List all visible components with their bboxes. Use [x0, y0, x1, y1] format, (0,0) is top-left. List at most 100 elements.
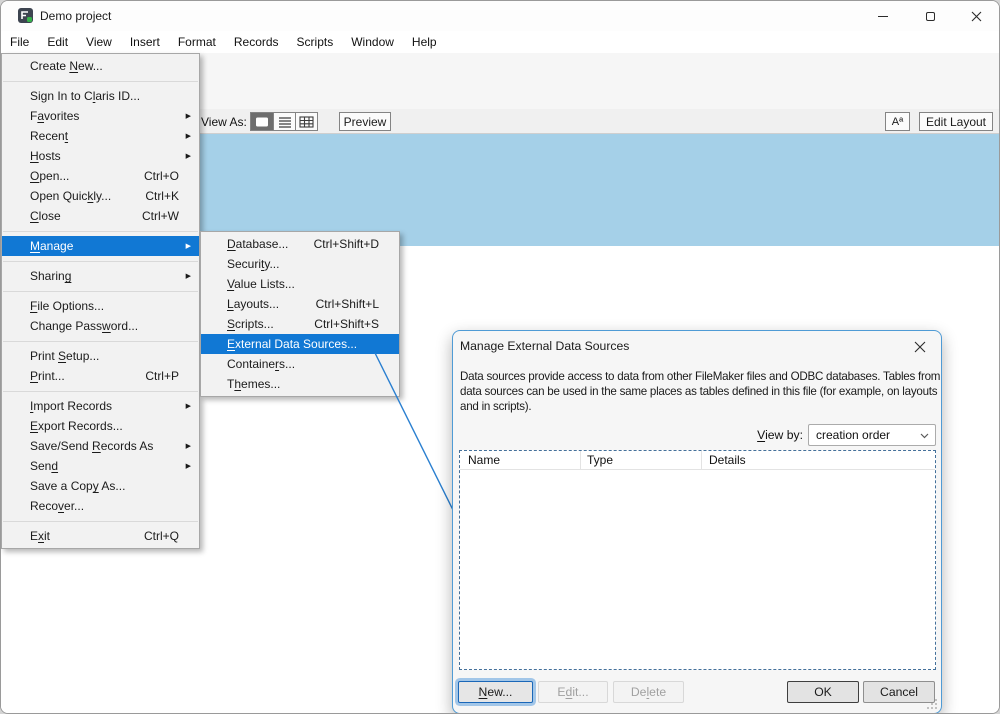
close-icon: [971, 11, 982, 22]
menu-item-label: Themes...: [227, 377, 280, 391]
list-view-button[interactable]: [273, 113, 295, 130]
menu-item-security[interactable]: Security...: [201, 254, 399, 274]
new-button[interactable]: New...: [458, 681, 533, 703]
menu-item-save-a-copy-as[interactable]: Save a Copy As...: [2, 476, 199, 496]
menu-separator: [3, 521, 198, 522]
menu-item-themes[interactable]: Themes...: [201, 374, 399, 394]
menu-item-database[interactable]: Database...Ctrl+Shift+D: [201, 234, 399, 254]
table-view-button[interactable]: [295, 113, 317, 130]
menu-item-label: Save a Copy As...: [30, 479, 125, 493]
menu-item-shortcut: Ctrl+O: [144, 169, 179, 183]
column-header-name[interactable]: Name: [468, 453, 500, 467]
edit-layout-button[interactable]: Edit Layout: [919, 112, 993, 131]
data-sources-table[interactable]: Name Type Details: [459, 450, 936, 670]
menu-item-send[interactable]: Send▶: [2, 456, 199, 476]
menu-item-label: Scripts...: [227, 317, 274, 331]
menu-item-import-records[interactable]: Import Records▶: [2, 396, 199, 416]
menu-item-favorites[interactable]: Favorites ▶: [2, 106, 199, 126]
menu-window[interactable]: Window: [342, 32, 403, 52]
menu-item-containers[interactable]: Containers...: [201, 354, 399, 374]
submenu-arrow-icon: ▶: [185, 272, 190, 280]
menu-item-label: External Data Sources...: [227, 337, 357, 351]
menu-item-open[interactable]: Open... Ctrl+O: [2, 166, 199, 186]
menu-item-label: Import Records: [30, 399, 112, 413]
menu-item-recover[interactable]: Recover...: [2, 496, 199, 516]
view-as-label: View As:: [201, 115, 247, 129]
preview-button[interactable]: Preview: [339, 112, 391, 131]
menu-item-manage[interactable]: Manage▶: [2, 236, 199, 256]
edit-button[interactable]: Edit...: [538, 681, 608, 703]
menu-item-file-options[interactable]: File Options...: [2, 296, 199, 316]
menu-help[interactable]: Help: [403, 32, 446, 52]
menu-format[interactable]: Format: [169, 32, 225, 52]
menu-separator: [3, 341, 198, 342]
menu-item-value-lists[interactable]: Value Lists...: [201, 274, 399, 294]
menu-item-print-setup[interactable]: Print Setup...: [2, 346, 199, 366]
menu-item-export-records[interactable]: Export Records...: [2, 416, 199, 436]
submenu-arrow-icon: ▶: [185, 242, 190, 250]
cancel-button[interactable]: Cancel: [863, 681, 935, 703]
dialog-description: Data sources provide access to data from…: [460, 369, 941, 415]
menu-item-open-quickly[interactable]: Open Quickly... Ctrl+K: [2, 186, 199, 206]
menu-item-exit[interactable]: ExitCtrl+Q: [2, 526, 199, 546]
menu-item-label: Print Setup...: [30, 349, 99, 363]
menu-item-change-password[interactable]: Change Password...: [2, 316, 199, 336]
menu-item-label: Recover...: [30, 499, 84, 513]
menu-separator: [3, 261, 198, 262]
menu-item-label: Open...: [30, 169, 69, 183]
dialog-close-button[interactable]: [905, 335, 935, 359]
menu-item-label: Favorites: [30, 109, 79, 123]
minimize-button[interactable]: [860, 1, 906, 31]
delete-button[interactable]: Delete: [613, 681, 684, 703]
menu-separator: [3, 231, 198, 232]
menu-item-scripts[interactable]: Scripts...Ctrl+Shift+S: [201, 314, 399, 334]
menu-insert[interactable]: Insert: [121, 32, 169, 52]
column-header-details[interactable]: Details: [709, 453, 746, 467]
menu-view[interactable]: View: [77, 32, 121, 52]
table-header: Name Type Details: [460, 451, 935, 470]
menu-item-label: Open Quickly...: [30, 189, 111, 203]
dialog-title: Manage External Data Sources: [460, 339, 629, 353]
menu-edit[interactable]: Edit: [38, 32, 77, 52]
text-formatting-button[interactable]: Aª: [885, 112, 910, 131]
column-divider: [580, 451, 581, 470]
close-icon: [914, 341, 926, 353]
menu-item-sign-in-to-claris-id[interactable]: Sign In to Claris ID...: [2, 86, 199, 106]
maximize-button[interactable]: [907, 1, 953, 31]
menu-item-shortcut: Ctrl+Shift+L: [316, 297, 379, 311]
menu-item-hosts[interactable]: Hosts▶: [2, 146, 199, 166]
submenu-arrow-icon: ▶: [185, 462, 190, 470]
column-divider: [701, 451, 702, 470]
titlebar: Demo project: [1, 1, 999, 31]
form-view-button[interactable]: [251, 113, 273, 130]
menu-item-label: Recent: [30, 129, 68, 143]
menu-item-close[interactable]: CloseCtrl+W: [2, 206, 199, 226]
submenu-arrow-icon: ▶: [185, 132, 190, 140]
menu-item-recent[interactable]: Recent ▶: [2, 126, 199, 146]
view-by-select[interactable]: creation order: [808, 424, 936, 446]
menu-scripts[interactable]: Scripts: [288, 32, 343, 52]
menu-item-create-new[interactable]: Create New...: [2, 56, 199, 76]
file-menu: Create New...Sign In to Claris ID...Favo…: [1, 53, 200, 549]
menu-item-sharing[interactable]: Sharing▶: [2, 266, 199, 286]
app-window: Demo project File Edit View Insert Forma…: [0, 0, 1000, 714]
menu-item-label: Database...: [227, 237, 288, 251]
menu-file[interactable]: File: [1, 32, 38, 52]
ok-button[interactable]: OK: [787, 681, 859, 703]
menu-item-external-data-sources[interactable]: External Data Sources...: [201, 334, 399, 354]
submenu-arrow-icon: ▶: [185, 112, 190, 120]
manage-submenu: Database...Ctrl+Shift+D Security... Value …: [200, 231, 400, 397]
close-button[interactable]: [953, 1, 999, 31]
menu-item-save-send-records-as[interactable]: Save/Send Records As▶: [2, 436, 199, 456]
menu-item-print[interactable]: Print...Ctrl+P: [2, 366, 199, 386]
column-header-type[interactable]: Type: [587, 453, 613, 467]
resize-grip[interactable]: [926, 698, 938, 710]
menu-records[interactable]: Records: [225, 32, 288, 52]
menu-item-shortcut: Ctrl+K: [145, 189, 179, 203]
minimize-icon: [878, 16, 888, 17]
view-by-value: creation order: [816, 428, 890, 442]
maximize-icon: [926, 12, 935, 21]
menu-item-layouts[interactable]: Layouts...Ctrl+Shift+L: [201, 294, 399, 314]
submenu-arrow-icon: ▶: [185, 152, 190, 160]
menu-item-label: Security...: [227, 257, 279, 271]
